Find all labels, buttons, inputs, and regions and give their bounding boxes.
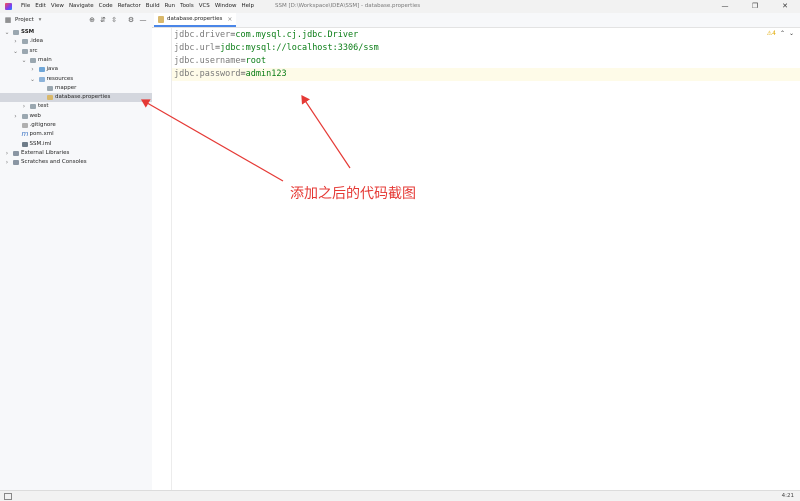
tool-windows-icon[interactable] (4, 493, 12, 500)
annotation-arrows (140, 95, 351, 182)
arrow-to-file (140, 99, 284, 182)
status-bar: 4:21 (0, 490, 800, 501)
annotation-text: 添加之后的代码截图 (290, 186, 416, 202)
arrow-to-code (301, 95, 351, 169)
